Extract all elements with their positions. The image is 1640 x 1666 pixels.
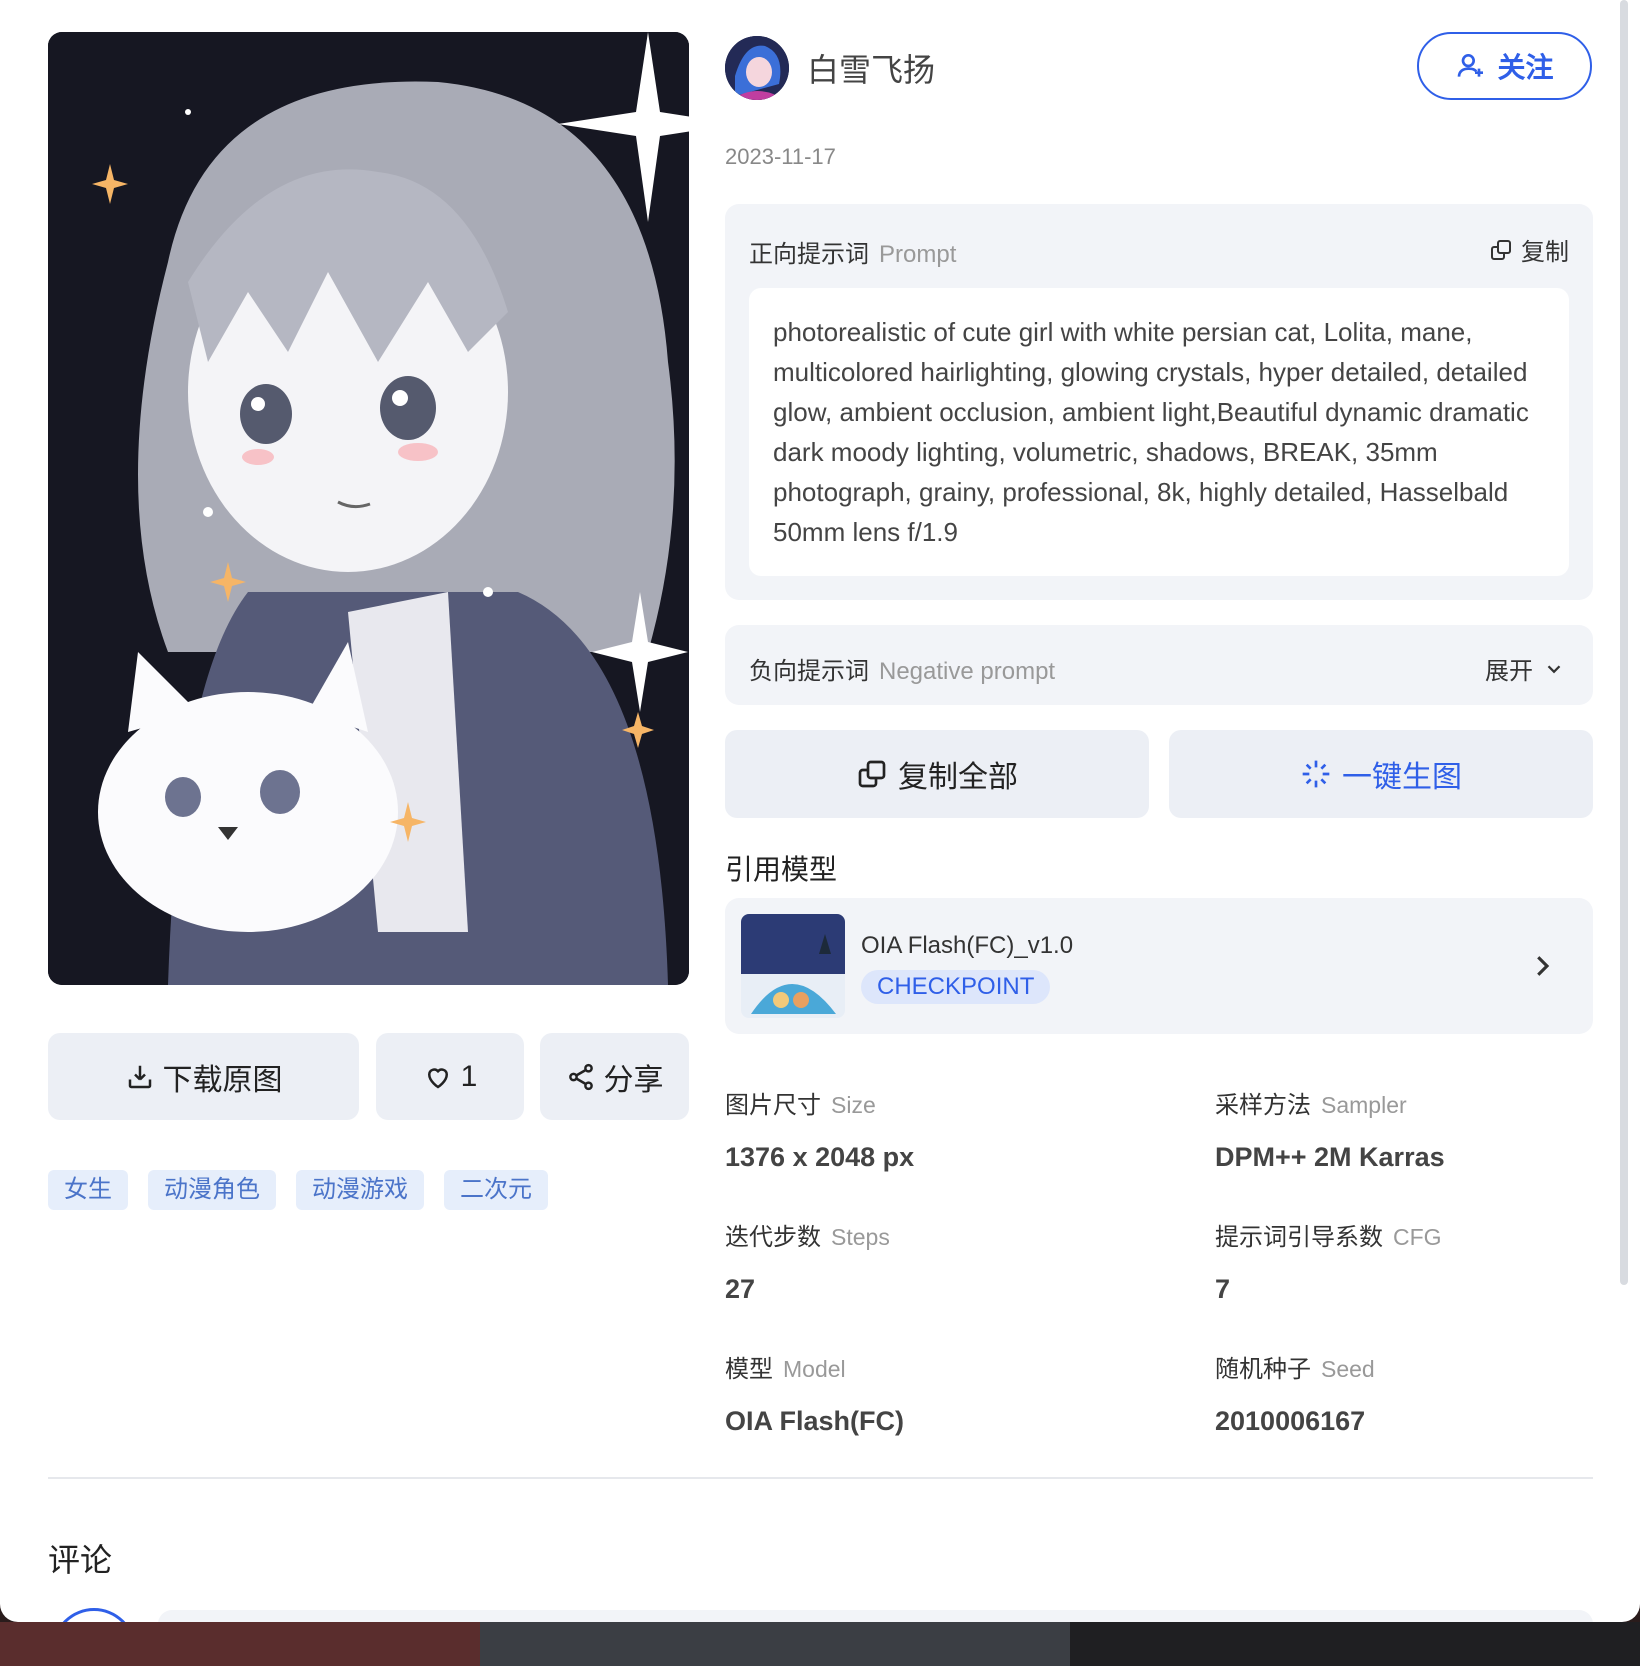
- share-icon: [568, 1063, 593, 1090]
- generate-label: 一键生图: [1342, 761, 1462, 794]
- download-label: 下载原图: [162, 1063, 283, 1097]
- param-label: 图片尺寸: [725, 1092, 821, 1119]
- prompt-label-zh: 正向提示词: [749, 241, 869, 268]
- sparkle-icon: [1302, 760, 1330, 788]
- negative-prompt-panel: 负向提示词 Negative prompt 展开: [725, 625, 1593, 705]
- model-thumbnail: [741, 914, 845, 1018]
- param-label-en: Steps: [831, 1224, 890, 1250]
- chevron-down-icon: [1547, 664, 1561, 673]
- download-icon: [128, 1065, 151, 1088]
- param-value: 7: [1215, 1274, 1231, 1304]
- param-value: 27: [725, 1274, 756, 1304]
- copy-icon: [1491, 239, 1511, 260]
- current-user-avatar: [52, 1608, 136, 1622]
- param-cfg: 提示词引导系数 CFG 7: [1215, 1217, 1442, 1305]
- param-steps: 迭代步数 Steps 27: [725, 1217, 890, 1305]
- tag[interactable]: 女生: [48, 1170, 128, 1210]
- param-value: 2010006167: [1215, 1406, 1366, 1436]
- like-button[interactable]: 1: [376, 1033, 524, 1120]
- comments-title: 评论: [48, 1542, 113, 1578]
- negative-label-zh: 负向提示词: [749, 658, 869, 685]
- model-type-badge: CHECKPOINT: [861, 970, 1051, 1004]
- publish-date: 2023-11-17: [725, 144, 836, 169]
- divider: [48, 1477, 1593, 1479]
- prompt-panel: 正向提示词 Prompt 复制 photorealistic of cute gi…: [725, 204, 1593, 600]
- param-model: 模型 Model OIA Flash(FC): [725, 1349, 904, 1437]
- add-user-icon: [1458, 54, 1484, 77]
- param-label: 采样方法: [1215, 1092, 1311, 1119]
- param-label: 迭代步数: [725, 1224, 821, 1251]
- follow-label: 关注: [1497, 52, 1554, 83]
- negative-prompt-label: 负向提示词 Negative prompt: [749, 651, 1055, 686]
- tag[interactable]: 二次元: [444, 1170, 548, 1210]
- one-click-generate-button[interactable]: 一键生图: [1169, 730, 1593, 818]
- tag[interactable]: 动漫角色: [148, 1170, 276, 1210]
- expand-label: 展开: [1485, 658, 1533, 685]
- tag[interactable]: 动漫游戏: [296, 1170, 424, 1210]
- param-label: 随机种子: [1215, 1356, 1311, 1383]
- share-button[interactable]: 分享: [540, 1033, 689, 1120]
- backdrop-image-right: [1070, 1622, 1640, 1666]
- prompt-label-en: Prompt: [879, 241, 957, 268]
- param-label-en: CFG: [1393, 1224, 1442, 1250]
- copy-prompt-button[interactable]: 复制: [1489, 232, 1569, 267]
- chevron-right-icon: [1537, 956, 1550, 976]
- prompt-label: 正向提示词 Prompt: [749, 234, 956, 269]
- author-avatar[interactable]: [725, 36, 789, 100]
- param-size: 图片尺寸 Size 1376 x 2048 px: [725, 1085, 914, 1173]
- share-label: 分享: [603, 1063, 664, 1097]
- negative-label-en: Negative prompt: [879, 658, 1056, 685]
- param-value: OIA Flash(FC): [725, 1406, 904, 1436]
- background-page: [0, 1622, 1640, 1666]
- image-detail-modal: 下载原图 1 分享 女生 动漫角色 动漫游戏 二次元 白雪飞扬 关注 2023-…: [0, 0, 1640, 1622]
- backdrop-image-left: [0, 1622, 480, 1666]
- param-label-en: Size: [831, 1092, 876, 1118]
- artwork-image[interactable]: [48, 32, 689, 985]
- referenced-model-title: 引用模型: [725, 854, 838, 885]
- author-info: 白雪飞扬: [725, 36, 935, 100]
- prompt-text: photorealistic of cute girl with white p…: [749, 288, 1569, 576]
- like-count: 1: [460, 1059, 478, 1093]
- param-seed: 随机种子 Seed 2010006167: [1215, 1349, 1375, 1437]
- model-card[interactable]: OIA Flash(FC)_v1.0 CHECKPOINT: [725, 898, 1593, 1034]
- scrollbar[interactable]: [1620, 0, 1628, 1285]
- param-label-en: Model: [783, 1356, 846, 1382]
- param-value: DPM++ 2M Karras: [1215, 1142, 1445, 1172]
- author-name[interactable]: 白雪飞扬: [807, 45, 935, 91]
- param-label: 模型: [725, 1356, 773, 1383]
- copy-icon: [858, 760, 886, 788]
- param-label-en: Sampler: [1321, 1092, 1407, 1118]
- param-value: 1376 x 2048 px: [725, 1142, 915, 1172]
- follow-button[interactable]: 关注: [1417, 32, 1592, 100]
- download-original-button[interactable]: 下载原图: [48, 1033, 359, 1120]
- copy-label: 复制: [1521, 239, 1569, 266]
- model-name: OIA Flash(FC)_v1.0: [861, 932, 1074, 959]
- param-label-en: Seed: [1321, 1356, 1375, 1382]
- param-label: 提示词引导系数: [1215, 1224, 1383, 1251]
- copy-all-button[interactable]: 复制全部: [725, 730, 1149, 818]
- copy-all-label: 复制全部: [898, 761, 1018, 794]
- heart-icon: [427, 1067, 448, 1088]
- backdrop-image-center: [480, 1622, 1070, 1666]
- tag-list: 女生 动漫角色 动漫游戏 二次元: [48, 1170, 548, 1210]
- param-sampler: 采样方法 Sampler DPM++ 2M Karras: [1215, 1085, 1445, 1173]
- expand-button[interactable]: 展开: [1485, 651, 1565, 686]
- comment-input[interactable]: [158, 1610, 1593, 1622]
